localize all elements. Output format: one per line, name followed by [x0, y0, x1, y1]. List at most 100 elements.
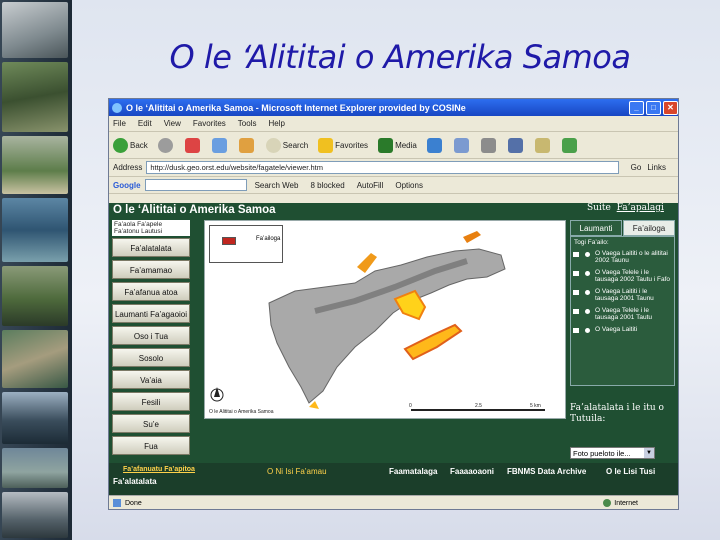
edit-icon[interactable]: [507, 137, 523, 153]
status-bar: Done Internet: [109, 495, 678, 509]
browser-window: O le ‘Alititai o Amerika Samoa - Microso…: [108, 98, 679, 510]
menu-help[interactable]: Help: [268, 119, 284, 128]
layer-item: O Vaega Laititi: [573, 326, 672, 333]
menu-favorites[interactable]: Favorites: [193, 119, 226, 128]
language-link[interactable]: Fa’apalagi: [617, 203, 664, 213]
maximize-button[interactable]: □: [646, 100, 661, 115]
menu-view[interactable]: View: [164, 119, 181, 128]
photo-coast-mist: [2, 2, 68, 58]
nav-pan-button[interactable]: Sosolo: [112, 348, 190, 367]
popup-blocked-label[interactable]: 8 blocked: [310, 181, 344, 190]
nav-measure-button[interactable]: Fua: [112, 436, 190, 455]
search-icon[interactable]: [265, 137, 281, 153]
google-brand[interactable]: Google: [113, 181, 141, 190]
web-page: O le ‘Alititai o Amerika Samoa Suite Fa’…: [109, 203, 678, 496]
search-label[interactable]: Search: [283, 141, 308, 150]
nav-query-button[interactable]: Fesili: [112, 392, 190, 411]
menu-file[interactable]: File: [113, 119, 126, 128]
nav-back-button[interactable]: Oso i Tua: [112, 326, 190, 345]
link-special-map[interactable]: Fa’afanuatu Fa’apitoa: [123, 466, 195, 473]
layer-checkbox[interactable]: [573, 271, 579, 276]
window-titlebar: O le ‘Alititai o Amerika Samoa - Microso…: [109, 99, 678, 116]
zone-text: Internet: [614, 499, 638, 507]
media-icon[interactable]: [378, 137, 394, 153]
address-input[interactable]: http://dusk.geo.orst.edu/website/fagatel…: [146, 161, 619, 174]
layer-item: O Vaega Telele i le tausaga 2001 Tautu: [573, 307, 672, 321]
refresh-icon[interactable]: [211, 137, 227, 153]
go-button[interactable]: Go: [631, 163, 642, 172]
messenger-icon[interactable]: [561, 137, 577, 153]
options-button[interactable]: Options: [395, 181, 423, 190]
marine-area-4: [463, 231, 481, 243]
photo-coral: [2, 330, 68, 388]
link-zoom[interactable]: Fa’alatalata: [113, 477, 157, 486]
tab-legend[interactable]: Fa’ailoga: [623, 220, 675, 236]
tab-layers[interactable]: Laumanti: [570, 220, 622, 236]
forward-icon[interactable]: [157, 137, 173, 153]
layer-list: Togi Fa’ailo: O Vaega Laititi o le aliti…: [570, 236, 675, 386]
nav-zoom-in-button[interactable]: Fa’alatalata: [112, 238, 190, 257]
menu-edit[interactable]: Edit: [138, 119, 152, 128]
layer-radio[interactable]: [585, 252, 590, 257]
google-search-input[interactable]: [144, 179, 247, 191]
marine-area-3: [403, 323, 463, 361]
media-label[interactable]: Media: [395, 141, 417, 150]
address-label: Address: [113, 163, 143, 172]
mail-icon[interactable]: [453, 137, 469, 153]
photo-lagoon: [2, 448, 68, 488]
back-label[interactable]: Back: [130, 141, 148, 150]
discuss-icon[interactable]: [534, 137, 550, 153]
nav-zoom-out-button[interactable]: Fa’amamao: [112, 260, 190, 279]
photo-strip: [0, 0, 72, 540]
search-web-button[interactable]: Search Web: [255, 181, 299, 190]
suite-prefix: Suite: [587, 203, 611, 213]
address-bar: Address http://dusk.geo.orst.edu/website…: [109, 159, 678, 177]
layer-checkbox[interactable]: [573, 252, 579, 257]
layer-checkbox[interactable]: [573, 309, 579, 314]
bottom-links: Fa’afanuatu Fa’apitoa Fa’alatalata O Ni …: [109, 463, 678, 496]
globe-icon: [603, 499, 612, 507]
layer-radio[interactable]: [585, 271, 590, 276]
menu-tools[interactable]: Tools: [238, 119, 257, 128]
home-icon[interactable]: [238, 137, 254, 153]
link-explanation[interactable]: Faamatalaga: [389, 467, 437, 476]
autofill-button[interactable]: AutoFill: [357, 181, 384, 190]
layer-radio[interactable]: [585, 328, 590, 333]
nav-header: Fa’aola Fa’apele Fa’atonu Lautusi: [112, 220, 190, 236]
nav-identify-button[interactable]: Va’aia: [112, 370, 190, 389]
layer-radio[interactable]: [585, 309, 590, 314]
link-teaching[interactable]: Faaaaoaoni: [450, 467, 494, 476]
favorites-icon[interactable]: [318, 137, 334, 153]
layer-list-header: Togi Fa’ailo:: [574, 239, 609, 246]
north-arrow: [210, 387, 224, 402]
nav-find-button[interactable]: Su’e: [112, 414, 190, 433]
map-view[interactable]: Fa’ailoga 0 2.5 5 km O le Alititai o Ame…: [204, 220, 566, 419]
layer-checkbox[interactable]: [573, 328, 579, 333]
close-button[interactable]: ✕: [663, 100, 678, 115]
page-icon: [113, 499, 121, 507]
layer-radio[interactable]: [585, 290, 590, 295]
nav-active-layer-button[interactable]: Laumanti Fa’agaoioi: [112, 304, 190, 323]
links-label[interactable]: Links: [647, 163, 666, 172]
suite-language: Suite Fa’apalagi: [587, 203, 664, 213]
print-icon[interactable]: [480, 137, 496, 153]
link-book-list[interactable]: O le Lisi Tusi: [606, 467, 655, 476]
layer-item: O Vaega Telele i le tausaga 2002 Tautu i…: [573, 269, 672, 283]
chevron-down-icon[interactable]: ▼: [644, 448, 654, 458]
photo-select-value: Foto pueloto ile...: [573, 449, 631, 458]
history-icon[interactable]: [426, 137, 442, 153]
photo-select[interactable]: Foto pueloto ile... ▼: [570, 447, 655, 459]
layer-label: O Vaega Laititi i le tausaga 2001 Taunu: [595, 288, 654, 302]
favorites-label[interactable]: Favorites: [335, 141, 368, 150]
stop-icon[interactable]: [184, 137, 200, 153]
minimize-button[interactable]: _: [629, 100, 644, 115]
link-data-archive[interactable]: FBNMS Data Archive: [507, 467, 586, 476]
photo-palm-beach: [2, 136, 68, 194]
photo-cliff: [2, 492, 68, 538]
toolbar: Back Search Favorites Media: [109, 132, 678, 159]
back-icon[interactable]: [113, 137, 128, 153]
page-title: O le ‘Alititai o Amerika Samoa: [113, 204, 276, 216]
map-footer-note: O le Alititai o Amerika Samoa: [209, 409, 274, 415]
nav-full-extent-button[interactable]: Fa’afanua atoa: [112, 282, 190, 301]
layer-checkbox[interactable]: [573, 290, 579, 295]
